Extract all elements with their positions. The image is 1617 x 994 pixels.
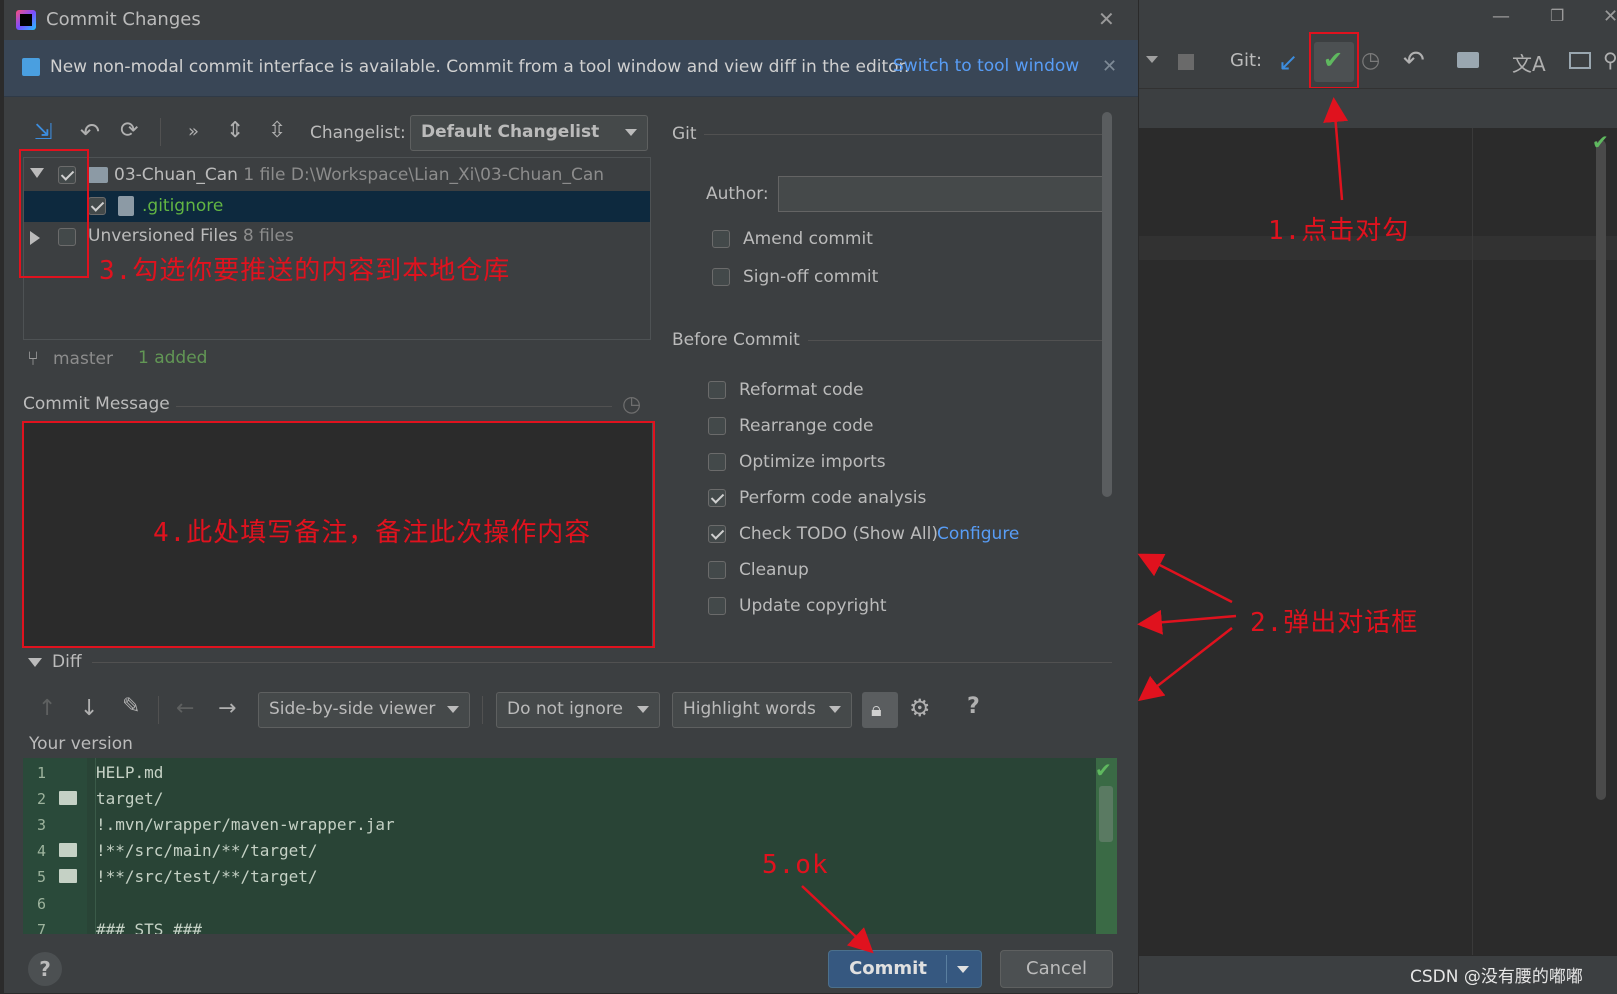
annotation-arrows: [801, 97, 1349, 954]
csdn-watermark: CSDN @没有腰的嘟嘟: [1410, 967, 1583, 987]
arrow-step2b: [1137, 609, 1237, 635]
arrow-step1: [1323, 97, 1349, 201]
arrow-step5: [801, 885, 874, 954]
arrow-step2c: [1138, 627, 1233, 702]
arrow-step2a: [1137, 553, 1233, 604]
